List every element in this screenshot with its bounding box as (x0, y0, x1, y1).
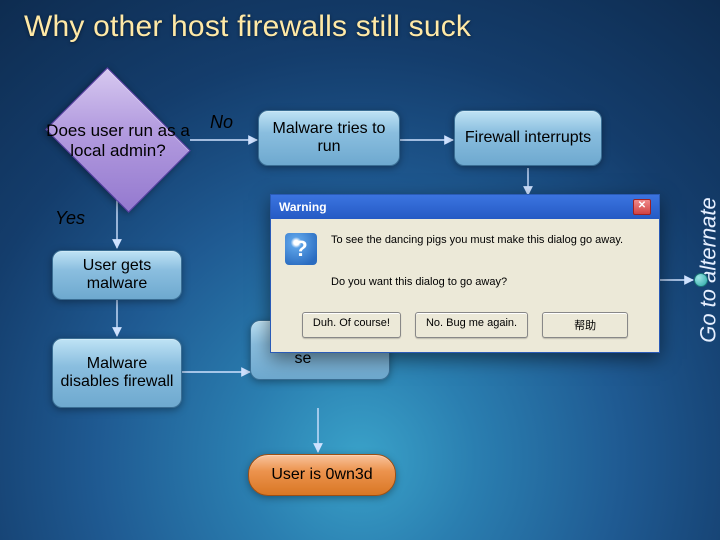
side-annotation: Go to alternate universe! (697, 197, 720, 343)
slide-title: Why other host firewalls still suck (24, 10, 471, 44)
dialog-button-help[interactable]: 帮助 (542, 312, 628, 338)
dialog-titlebar[interactable]: Warning ✕ (271, 195, 659, 219)
alternate-universe-endpoint (694, 273, 708, 287)
box-firewall-interrupts: Firewall interrupts (454, 110, 602, 166)
dialog-button-no[interactable]: No. Bug me again. (415, 312, 528, 338)
dialog-line2: Do you want this dialog to go away? (331, 275, 507, 290)
box-user-gets-malware: User gets malware (52, 250, 182, 300)
side-annotation-line1: Go to alternate (696, 197, 720, 343)
dialog-button-yes[interactable]: Duh. Of course! (302, 312, 401, 338)
box-user-owned: User is 0wn3d (248, 454, 396, 496)
edge-label-yes: Yes (55, 208, 85, 229)
dialog-title-text: Warning (279, 200, 327, 214)
question-icon: ? (285, 233, 317, 265)
dialog-line1: To see the dancing pigs you must make th… (331, 233, 623, 248)
dialog-body: ? To see the dancing pigs you must make … (271, 219, 659, 306)
close-icon[interactable]: ✕ (633, 199, 651, 215)
box-malware-disables-firewall: Malware disables firewall (52, 338, 182, 408)
edge-label-no: No (210, 112, 233, 133)
warning-dialog: Warning ✕ ? To see the dancing pigs you … (270, 194, 660, 353)
box-malware-tries: Malware tries to run (258, 110, 400, 166)
decision-label: Does user run as a local admin? (38, 102, 198, 180)
dialog-button-row: Duh. Of course! No. Bug me again. 帮助 (271, 306, 659, 352)
